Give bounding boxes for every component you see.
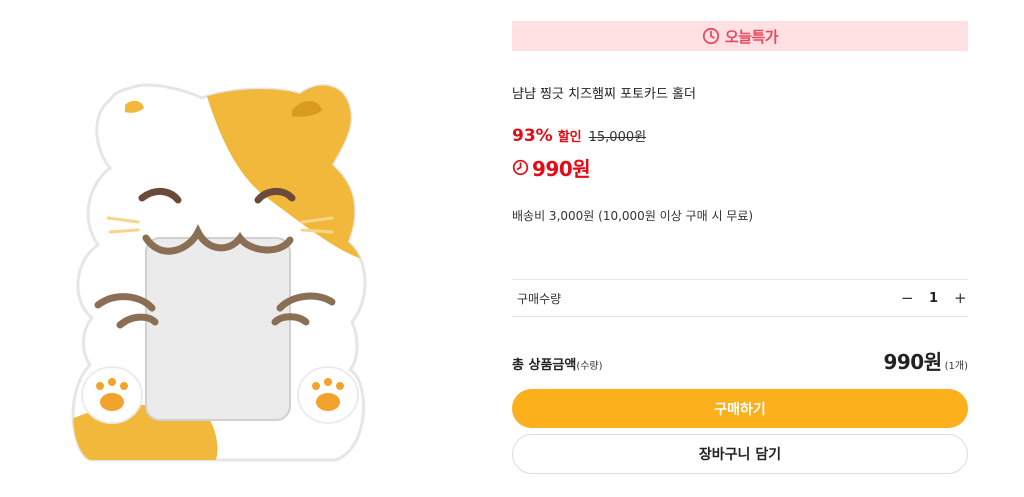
clock-icon (512, 159, 529, 176)
total-price-label: 총 상품금액 (512, 358, 577, 373)
deal-banner-label: 오늘특가 (724, 27, 779, 46)
sale-price: 990원 (532, 157, 591, 181)
product-image (70, 60, 370, 470)
add-to-cart-button[interactable]: 장바구니 담기 (512, 434, 968, 474)
sale-price-row: 990원 (512, 153, 591, 182)
increase-quantity-button[interactable]: + (954, 289, 967, 307)
discount-label: 할인 (557, 130, 582, 145)
original-price: 15,000원 (588, 130, 647, 145)
quantity-section: 구매수량 − 1 + (512, 279, 968, 317)
decrease-quantity-button[interactable]: − (901, 289, 914, 307)
discount-rate: 93% (512, 126, 553, 146)
product-info-panel: 오늘특가 냠냠 찡긋 치즈햄찌 포토카드 홀더 93% 할인 15,000원 9… (512, 0, 968, 497)
clock-icon (702, 27, 719, 45)
total-price-sub-label: (수량) (576, 361, 603, 372)
buy-now-button[interactable]: 구매하기 (512, 389, 968, 428)
today-deal-banner: 오늘특가 (512, 21, 968, 51)
total-price-amount: 990원 (883, 350, 942, 374)
cat-holder-illustration (71, 83, 367, 462)
discount-row: 93% 할인 15,000원 (512, 126, 646, 146)
total-price-row: 총 상품금액 (수량) 990원 (1개) (512, 346, 968, 375)
product-title: 냠냠 찡긋 치즈햄찌 포토카드 홀더 (512, 87, 696, 102)
quantity-label: 구매수량 (517, 291, 562, 306)
quantity-value: 1 (928, 290, 938, 306)
shipping-info: 배송비 3,000원 (10,000원 이상 구매 시 무료) (512, 209, 754, 223)
quantity-stepper[interactable]: − 1 + (901, 289, 967, 307)
total-item-count: (1개) (944, 361, 968, 372)
